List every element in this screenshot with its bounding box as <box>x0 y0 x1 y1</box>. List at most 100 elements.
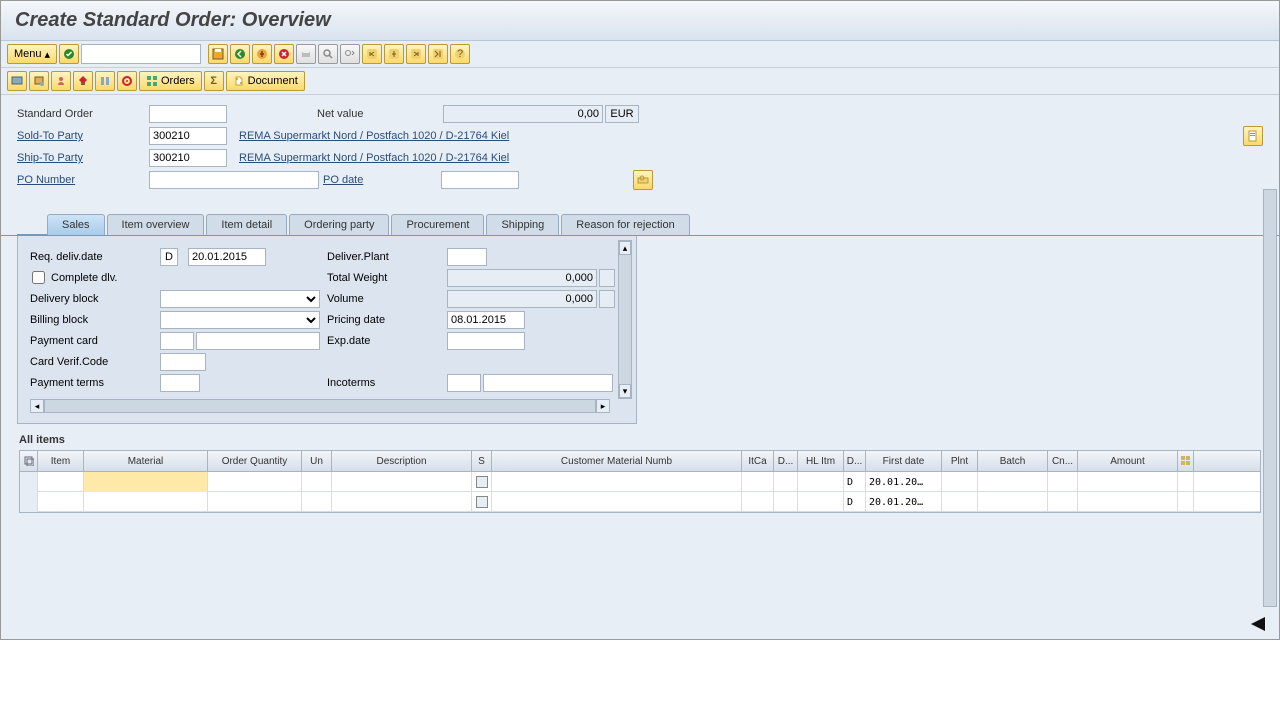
partner-details-button[interactable] <box>1243 126 1263 146</box>
tab-horizontal-scrollbar[interactable]: ◂ ▸ <box>30 399 624 413</box>
col-select[interactable] <box>20 451 38 471</box>
col-cn[interactable]: Cn... <box>1048 451 1078 471</box>
scroll-up-button[interactable]: ▴ <box>619 241 631 255</box>
tab-ordering-party[interactable]: Ordering party <box>289 214 389 235</box>
config-button[interactable] <box>95 71 115 91</box>
s-checkbox[interactable] <box>476 476 488 488</box>
col-plnt[interactable]: Plnt <box>942 451 978 471</box>
table-row[interactable]: D 20.01.20… <box>20 472 1260 492</box>
scroll-right-button[interactable]: ▸ <box>596 399 610 413</box>
exit-button[interactable] <box>252 44 272 64</box>
document-button[interactable]: Document <box>226 71 305 91</box>
next-page-button[interactable] <box>406 44 426 64</box>
orders-button[interactable]: Orders <box>139 71 202 91</box>
col-cust-material[interactable]: Customer Material Numb <box>492 451 742 471</box>
print-button[interactable] <box>296 44 316 64</box>
net-value-label: Net value <box>317 108 443 120</box>
save-button[interactable] <box>208 44 228 64</box>
scroll-down-button[interactable]: ▾ <box>619 384 631 398</box>
req-deliv-label: Req. deliv.date <box>30 251 160 263</box>
payment-card-number[interactable] <box>196 332 320 350</box>
help-button[interactable]: ? <box>450 44 470 64</box>
material-cell-active[interactable] <box>84 472 208 492</box>
standard-order-input[interactable] <box>149 105 227 123</box>
complete-dlv-checkbox[interactable] <box>32 271 45 284</box>
deliver-plant-input[interactable] <box>447 248 487 266</box>
po-date-input[interactable] <box>441 171 519 189</box>
col-quantity[interactable]: Order Quantity <box>208 451 302 471</box>
sum-button[interactable]: Σ <box>204 71 224 91</box>
incoterms-text[interactable] <box>483 374 613 392</box>
find-next-button[interactable] <box>340 44 360 64</box>
col-first-date[interactable]: First date <box>866 451 942 471</box>
ship-to-text[interactable]: REMA Supermarkt Nord / Postfach 1020 / D… <box>239 152 509 164</box>
col-batch[interactable]: Batch <box>978 451 1048 471</box>
app-toolbar: Orders Σ Document <box>1 68 1279 95</box>
col-s[interactable]: S <box>472 451 492 471</box>
org-button[interactable] <box>73 71 93 91</box>
incoterms-code[interactable] <box>447 374 481 392</box>
col-config[interactable] <box>1178 451 1194 471</box>
header-details-button[interactable] <box>633 170 653 190</box>
req-deliv-type[interactable] <box>160 248 178 266</box>
s-checkbox[interactable] <box>476 496 488 508</box>
first-page-button[interactable] <box>362 44 382 64</box>
tab-reason-rejection[interactable]: Reason for rejection <box>561 214 689 235</box>
env-button[interactable] <box>117 71 137 91</box>
pricing-date-input[interactable] <box>447 311 525 329</box>
col-description[interactable]: Description <box>332 451 472 471</box>
payment-terms-label: Payment terms <box>30 377 160 389</box>
col-d2[interactable]: D... <box>844 451 866 471</box>
table-row[interactable]: D 20.01.20… <box>20 492 1260 512</box>
card-verif-input[interactable] <box>160 353 206 371</box>
tab-strip: Sales Item overview Item detail Ordering… <box>1 213 1279 236</box>
po-number-input[interactable] <box>149 171 319 189</box>
billing-block-label: Billing block <box>30 314 160 326</box>
volume: 0,000 <box>447 290 597 308</box>
scroll-left-button[interactable]: ◂ <box>30 399 44 413</box>
header-button[interactable] <box>51 71 71 91</box>
col-material[interactable]: Material <box>84 451 208 471</box>
col-item[interactable]: Item <box>38 451 84 471</box>
prev-page-button[interactable] <box>384 44 404 64</box>
billing-block-select[interactable] <box>160 311 320 329</box>
menu-button[interactable]: Menu ▴ <box>7 44 57 64</box>
col-d1[interactable]: D... <box>774 451 798 471</box>
find-button[interactable] <box>318 44 338 64</box>
payment-card-type[interactable] <box>160 332 194 350</box>
req-deliv-date[interactable] <box>188 248 266 266</box>
back-button[interactable] <box>230 44 250 64</box>
display-button[interactable] <box>7 71 27 91</box>
net-value: 0,00 <box>443 105 603 123</box>
po-number-label[interactable]: PO Number <box>17 174 149 186</box>
cancel-button[interactable] <box>274 44 294 64</box>
tab-item-detail[interactable]: Item detail <box>206 214 287 235</box>
po-date-label[interactable]: PO date <box>323 174 441 186</box>
tab-shipping[interactable]: Shipping <box>486 214 559 235</box>
sold-to-text[interactable]: REMA Supermarkt Nord / Postfach 1020 / D… <box>239 130 509 142</box>
sold-to-label[interactable]: Sold-To Party <box>17 130 149 142</box>
tab-vertical-scrollbar[interactable]: ▴ ▾ <box>618 240 632 399</box>
items-grid: Item Material Order Quantity Un Descript… <box>19 450 1261 513</box>
tab-procurement[interactable]: Procurement <box>391 214 484 235</box>
payment-terms-input[interactable] <box>160 374 200 392</box>
page-title: Create Standard Order: Overview <box>15 9 1265 32</box>
title-bar: Create Standard Order: Overview <box>1 1 1279 41</box>
sold-to-input[interactable] <box>149 127 227 145</box>
ship-to-input[interactable] <box>149 149 227 167</box>
delivery-block-select[interactable] <box>160 290 320 308</box>
col-un[interactable]: Un <box>302 451 332 471</box>
exp-date-input[interactable] <box>447 332 525 350</box>
tab-sales[interactable]: Sales <box>47 214 105 235</box>
col-hlitm[interactable]: HL Itm <box>798 451 844 471</box>
propose-button[interactable] <box>29 71 49 91</box>
command-input[interactable] <box>81 44 201 64</box>
window-vertical-scrollbar[interactable] <box>1263 189 1277 607</box>
last-page-button[interactable] <box>428 44 448 64</box>
col-amount[interactable]: Amount <box>1078 451 1178 471</box>
ok-button[interactable] <box>59 44 79 64</box>
ship-to-label[interactable]: Ship-To Party <box>17 152 149 164</box>
col-itca[interactable]: ItCa <box>742 451 774 471</box>
tab-item-overview[interactable]: Item overview <box>107 214 205 235</box>
total-weight: 0,000 <box>447 269 597 287</box>
